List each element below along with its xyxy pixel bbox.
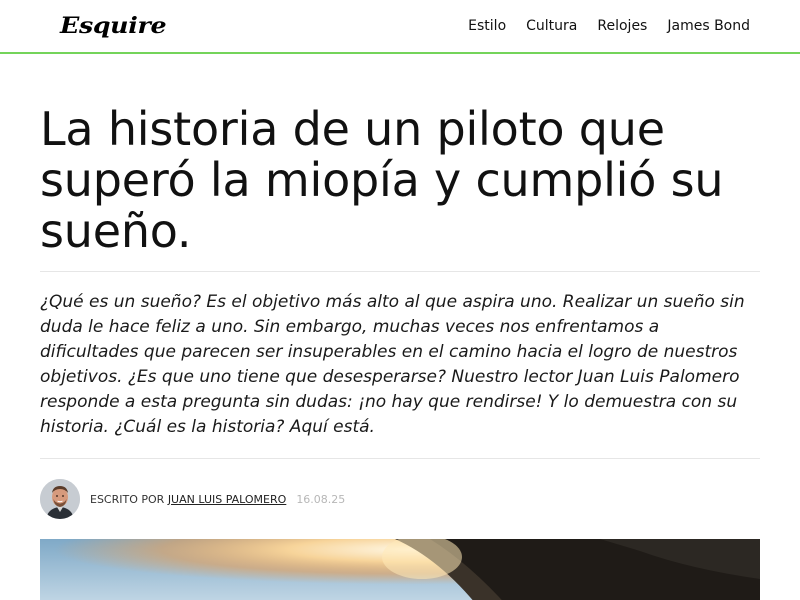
author-avatar-image bbox=[40, 479, 80, 519]
publish-date: 16.08.25 bbox=[296, 492, 346, 506]
title-divider bbox=[40, 271, 760, 272]
article-byline: Escrito por Juan Luis Palomero 16.08.25 bbox=[40, 479, 760, 519]
lede-divider bbox=[40, 458, 760, 459]
nav-item-relojes[interactable]: Relojes bbox=[597, 18, 647, 34]
main-nav: Estilo Cultura Relojes James Bond bbox=[468, 18, 750, 34]
site-header: Esquire Estilo Cultura Relojes James Bon… bbox=[0, 0, 800, 54]
site-logo[interactable]: Esquire bbox=[60, 15, 167, 37]
nav-item-estilo[interactable]: Estilo bbox=[468, 18, 506, 34]
nav-item-cultura[interactable]: Cultura bbox=[526, 18, 577, 34]
nav-item-james-bond[interactable]: James Bond bbox=[667, 18, 750, 34]
article-title: La historia de un piloto que superó la m… bbox=[40, 102, 724, 258]
author-link[interactable]: Juan Luis Palomero bbox=[168, 493, 287, 506]
hero-image bbox=[40, 539, 760, 600]
byline-prefix: Escrito por bbox=[90, 492, 165, 506]
byline-label: Escrito por Juan Luis Palomero bbox=[90, 493, 286, 506]
article-lede: ¿Qué es un sueño? Es el objetivo más alt… bbox=[40, 292, 745, 437]
author-avatar[interactable] bbox=[40, 479, 80, 519]
article-main: La historia de un piloto que superó la m… bbox=[0, 104, 800, 600]
hero-image-art bbox=[40, 539, 760, 600]
